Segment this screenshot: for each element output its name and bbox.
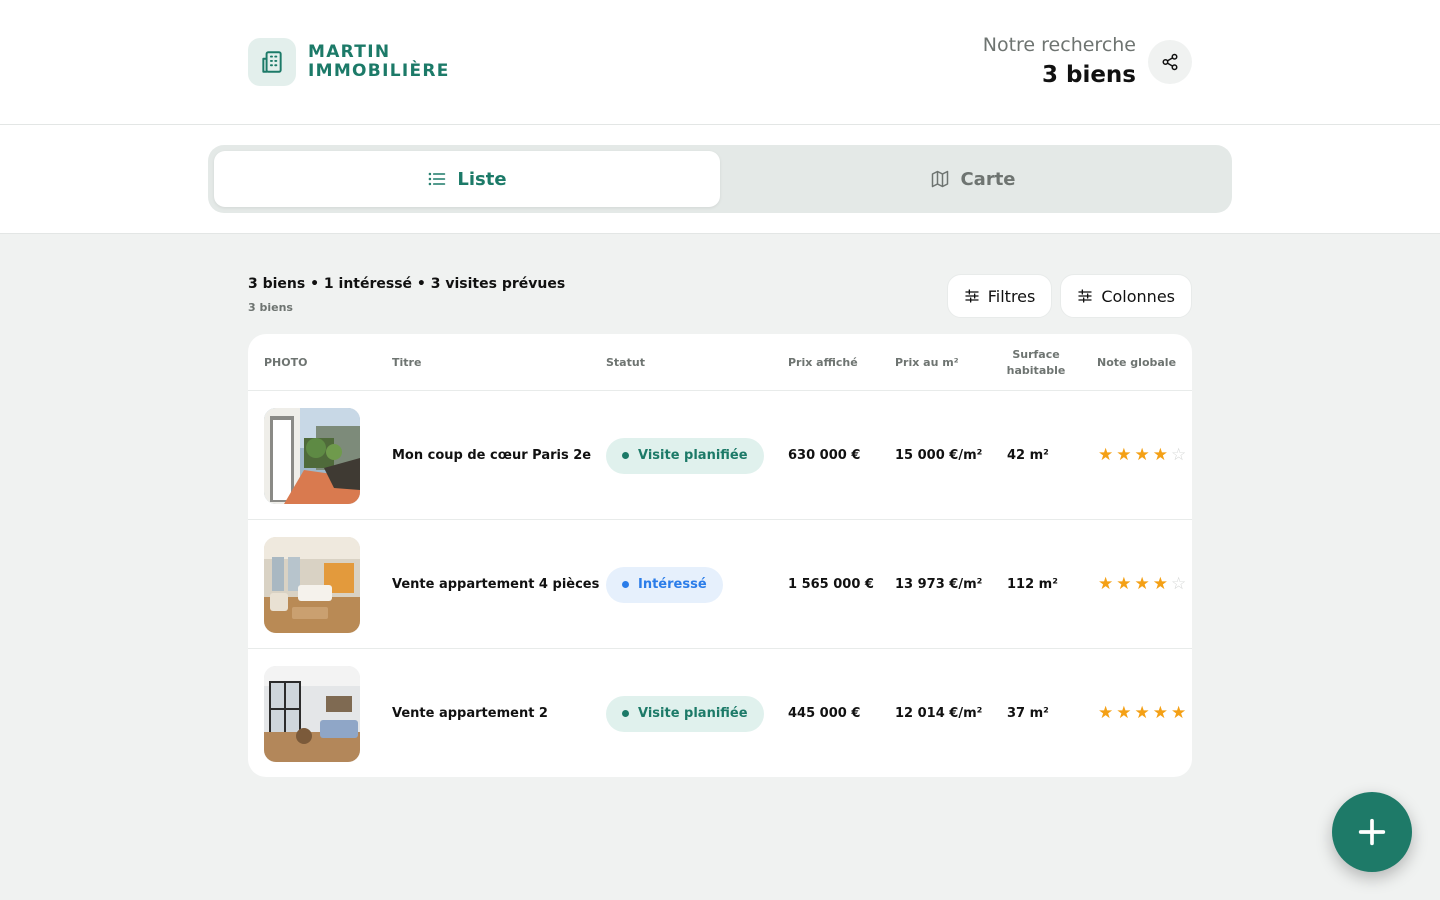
column-header-photo[interactable]: PHOTO [264, 334, 307, 391]
rating-cell: ★ ★ ★ ★ ☆ [1098, 391, 1186, 520]
app-header: MARTIN IMMOBILIÈRE Notre recherche 3 bie… [0, 0, 1440, 125]
status-badge[interactable]: Visite planifiée [606, 695, 764, 732]
photo-cell [264, 649, 360, 777]
status-label: Intéressé [638, 577, 707, 592]
star-rating[interactable]: ★ ★ ★ ★ ☆ [1098, 576, 1186, 593]
star-rating[interactable]: ★ ★ ★ ★ ☆ [1098, 447, 1186, 464]
share-icon [1162, 53, 1178, 71]
star-empty-icon[interactable]: ☆ [1171, 576, 1186, 593]
properties-table: PHOTO Titre Statut Prix affiché Prix au … [248, 334, 1192, 777]
view-toggle-band: Liste Carte [0, 125, 1440, 234]
price: 1 565 000 € [788, 577, 874, 592]
brand[interactable]: MARTIN IMMOBILIÈRE [248, 38, 450, 86]
tab-map[interactable]: Carte [720, 151, 1226, 207]
column-header-surface-line2: habitable [1006, 363, 1066, 377]
rating-cell: ★ ★ ★ ★ ☆ [1098, 520, 1186, 649]
brand-name-line1: MARTIN [308, 42, 391, 62]
column-header-surface[interactable]: Surface habitable [1003, 334, 1069, 391]
brand-name: MARTIN IMMOBILIÈRE [308, 43, 450, 81]
results-summary: 3 biens • 1 intéressé • 3 visites prévue… [248, 276, 565, 314]
star-filled-icon[interactable]: ★ [1135, 576, 1150, 593]
status-dot [622, 452, 629, 459]
status-dot [622, 581, 629, 588]
building-icon [248, 38, 296, 86]
add-property-button[interactable] [1332, 792, 1412, 872]
property-photo[interactable] [264, 407, 360, 504]
rating-cell: ★ ★ ★ ★ ★ [1098, 649, 1186, 777]
map-icon [932, 170, 949, 188]
surface: 37 m² [1007, 706, 1049, 721]
property-title[interactable]: Mon coup de cœur Paris 2e [392, 391, 591, 520]
star-rating[interactable]: ★ ★ ★ ★ ★ [1098, 705, 1186, 722]
photo-cell [264, 391, 360, 520]
price-per-m2: 15 000 €/m² [895, 448, 983, 463]
status-badge[interactable]: Visite planifiée [606, 437, 764, 474]
column-header-status[interactable]: Statut [606, 334, 645, 391]
status-label: Visite planifiée [638, 448, 748, 463]
property-title[interactable]: Vente appartement 2 [392, 649, 548, 777]
tab-list[interactable]: Liste [214, 151, 720, 207]
column-header-title[interactable]: Titre [392, 334, 421, 391]
search-count: 3 biens [1041, 62, 1136, 88]
status-label: Visite planifiée [638, 706, 748, 721]
summary-title: 3 biens • 1 intéressé • 3 visites prévue… [248, 276, 566, 292]
search-info: Notre recherche 3 biens [983, 33, 1136, 93]
star-filled-icon[interactable]: ★ [1116, 576, 1131, 593]
filters-label: Filtres [987, 286, 1036, 306]
brand-name-line2: IMMOBILIÈRE [308, 61, 450, 81]
surface: 112 m² [1007, 577, 1058, 592]
status-cell: Visite planifiée [606, 391, 764, 520]
table-header: PHOTO Titre Statut Prix affiché Prix au … [248, 334, 1192, 391]
status-dot [622, 710, 629, 717]
tab-list-label: Liste [457, 168, 507, 190]
star-filled-icon[interactable]: ★ [1098, 705, 1113, 722]
column-header-rating[interactable]: Note globale [1097, 334, 1176, 391]
status-badge[interactable]: Intéressé [606, 566, 723, 603]
column-header-price-m2[interactable]: Prix au m² [895, 334, 959, 391]
photo-cell [264, 520, 360, 649]
price: 445 000 € [788, 706, 861, 721]
property-photo[interactable] [264, 665, 360, 762]
star-filled-icon[interactable]: ★ [1098, 447, 1113, 464]
list-icon [429, 172, 446, 186]
search-label: Notre recherche [982, 34, 1136, 56]
star-filled-icon[interactable]: ★ [1135, 705, 1150, 722]
summary-subtitle: 3 biens [248, 301, 293, 314]
property-title[interactable]: Vente appartement 4 pièces [392, 520, 599, 649]
sliders-icon [965, 289, 979, 303]
surface: 42 m² [1007, 448, 1049, 463]
tab-map-label: Carte [960, 168, 1016, 190]
table-row[interactable]: Vente appartement 2 Visite planifiée 445… [248, 649, 1192, 777]
star-filled-icon[interactable]: ★ [1116, 705, 1131, 722]
status-cell: Intéressé [606, 520, 723, 649]
star-empty-icon[interactable]: ☆ [1171, 447, 1186, 464]
star-filled-icon[interactable]: ★ [1171, 705, 1186, 722]
columns-label: Colonnes [1101, 286, 1175, 306]
sliders-icon [1078, 289, 1093, 303]
star-filled-icon[interactable]: ★ [1135, 447, 1150, 464]
star-filled-icon[interactable]: ★ [1153, 576, 1168, 593]
price-per-m2: 13 973 €/m² [895, 577, 983, 592]
plus-icon [1358, 818, 1386, 846]
column-header-surface-line1: Surface [1012, 347, 1060, 361]
table-row[interactable]: Vente appartement 4 pièces Intéressé 1 5… [248, 520, 1192, 649]
star-filled-icon[interactable]: ★ [1098, 576, 1113, 593]
property-photo[interactable] [264, 536, 360, 633]
star-filled-icon[interactable]: ★ [1153, 705, 1168, 722]
price: 630 000 € [788, 448, 861, 463]
table-toolbar: Filtres Colonnes [946, 274, 1192, 318]
star-filled-icon[interactable]: ★ [1116, 447, 1131, 464]
status-cell: Visite planifiée [606, 649, 764, 777]
price-per-m2: 12 014 €/m² [895, 706, 983, 721]
view-toggle: Liste Carte [208, 145, 1232, 213]
columns-button[interactable]: Colonnes [1060, 274, 1192, 318]
table-row[interactable]: Mon coup de cœur Paris 2e Visite planifi… [248, 391, 1192, 520]
filters-button[interactable]: Filtres [946, 274, 1053, 318]
star-filled-icon[interactable]: ★ [1153, 447, 1168, 464]
share-button[interactable] [1148, 40, 1192, 84]
column-header-price[interactable]: Prix affiché [788, 334, 858, 391]
